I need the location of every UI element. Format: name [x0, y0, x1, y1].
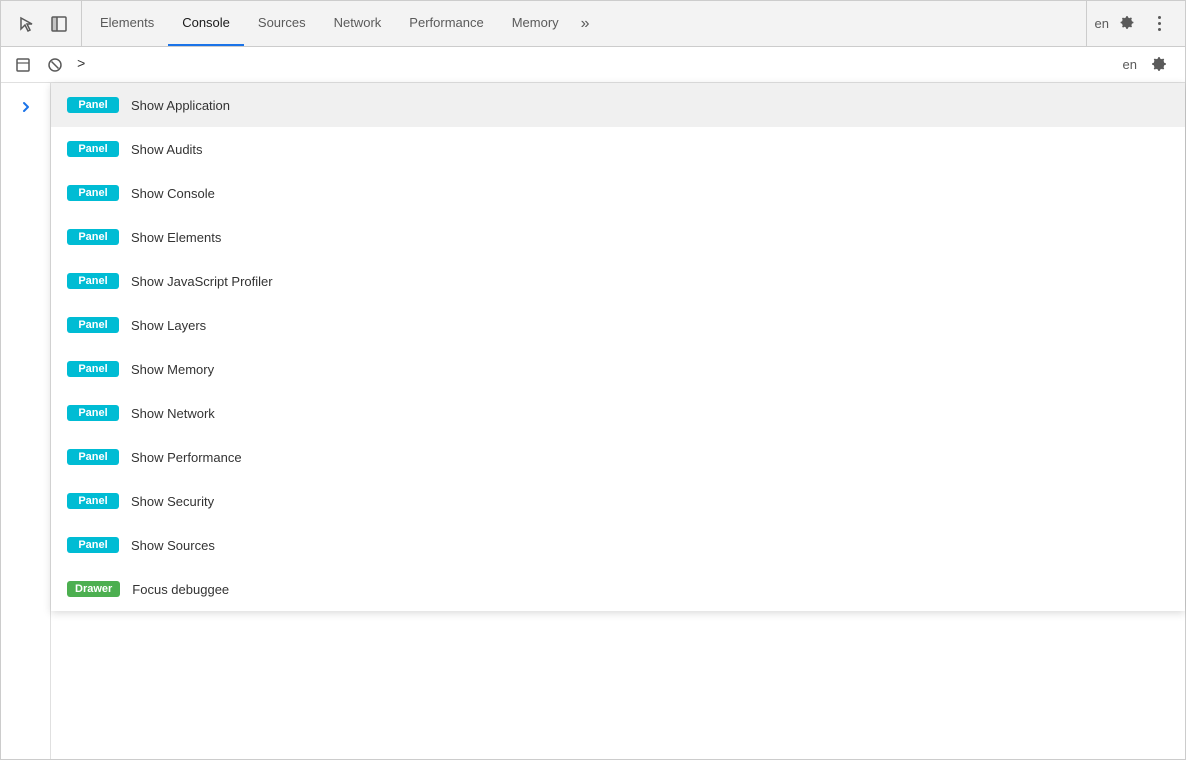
badge-panel: Panel [67, 317, 119, 333]
inspect-icon[interactable] [13, 10, 41, 38]
dropdown-item[interactable]: Panel Show Console [51, 171, 1185, 215]
badge-panel: Panel [67, 97, 119, 113]
badge-panel: Panel [67, 229, 119, 245]
badge-panel: Panel [67, 405, 119, 421]
dropdown-item[interactable]: Panel Show Network [51, 391, 1185, 435]
dropdown-item-text: Show Layers [131, 318, 206, 333]
tab-bar: Elements Console Sources Network Perform… [1, 1, 1185, 47]
badge-panel: Panel [67, 449, 119, 465]
badge-panel: Panel [67, 361, 119, 377]
dropdown-item-text: Focus debuggee [132, 582, 229, 597]
console-expand-icon[interactable] [9, 51, 37, 79]
badge-panel: Panel [67, 273, 119, 289]
settings-lang-label: en [1123, 57, 1137, 72]
dropdown-item[interactable]: Drawer Focus debuggee [51, 567, 1185, 611]
devtools-window: Elements Console Sources Network Perform… [0, 0, 1186, 760]
console-clear-icon[interactable] [41, 51, 69, 79]
dropdown-item-text: Show Network [131, 406, 215, 421]
console-left-icons [9, 51, 69, 79]
sidebar-arrow-icon[interactable] [14, 95, 38, 119]
badge-panel: Panel [67, 493, 119, 509]
badge-panel: Panel [67, 537, 119, 553]
console-right-icons: en [1123, 51, 1177, 79]
tab-more-button[interactable]: » [573, 1, 598, 46]
gear-settings-icon[interactable] [1113, 10, 1141, 38]
dropdown-item-text: Show Console [131, 186, 215, 201]
console-prompt-area[interactable]: > [69, 57, 1123, 73]
tab-network[interactable]: Network [320, 1, 396, 46]
tab-bar-right: en [1086, 1, 1181, 46]
dropdown-item-text: Show JavaScript Profiler [131, 274, 273, 289]
dropdown-item[interactable]: Panel Show JavaScript Profiler [51, 259, 1185, 303]
tab-memory[interactable]: Memory [498, 1, 573, 46]
dropdown-item-text: Show Application [131, 98, 230, 113]
dropdown-item[interactable]: Panel Show Memory [51, 347, 1185, 391]
command-dropdown: PanelShow ApplicationPanelShow AuditsPan… [51, 83, 1185, 611]
left-sidebar [1, 83, 51, 759]
tab-bar-left-icons [5, 1, 82, 46]
dropdown-item[interactable]: Panel Show Elements [51, 215, 1185, 259]
tab-sources[interactable]: Sources [244, 1, 320, 46]
tab-performance[interactable]: Performance [395, 1, 497, 46]
console-settings-icon[interactable] [1145, 51, 1173, 79]
badge-drawer: Drawer [67, 581, 120, 597]
badge-panel: Panel [67, 141, 119, 157]
dropdown-item-text: Show Audits [131, 142, 203, 157]
console-prompt-symbol: > [77, 57, 85, 73]
dropdown-item[interactable]: Panel Show Sources [51, 523, 1185, 567]
dropdown-item-text: Show Performance [131, 450, 242, 465]
dropdown-item-text: Show Elements [131, 230, 221, 245]
settings-label: en [1095, 16, 1109, 31]
dropdown-item[interactable]: Panel Show Performance [51, 435, 1185, 479]
more-options-button[interactable] [1145, 10, 1173, 38]
tab-console[interactable]: Console [168, 1, 244, 46]
console-bar: > en [1, 47, 1185, 83]
dropdown-item[interactable]: Panel Show Application [51, 83, 1185, 127]
badge-panel: Panel [67, 185, 119, 201]
tab-elements[interactable]: Elements [86, 1, 168, 46]
main-content: PanelShow ApplicationPanelShow AuditsPan… [1, 83, 1185, 759]
dropdown-item-text: Show Security [131, 494, 214, 509]
dropdown-item[interactable]: Panel Show Security [51, 479, 1185, 523]
dock-icon[interactable] [45, 10, 73, 38]
dropdown-item-text: Show Sources [131, 538, 215, 553]
dropdown-item[interactable]: Panel Show Audits [51, 127, 1185, 171]
dropdown-item[interactable]: Panel Show Layers [51, 303, 1185, 347]
dropdown-item-text: Show Memory [131, 362, 214, 377]
